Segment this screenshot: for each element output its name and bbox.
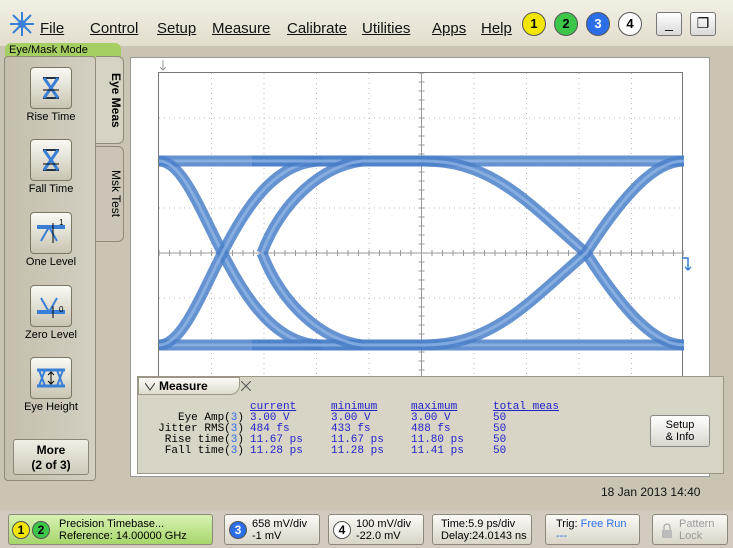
eye-height-icon: [30, 357, 72, 399]
more-label: More: [36, 443, 66, 457]
collapse-chevron-icon: [145, 383, 155, 391]
restore-button[interactable]: ❐: [690, 12, 716, 36]
channel-3-offset: -1 mV: [252, 530, 282, 542]
menu-setup[interactable]: Setup: [157, 20, 196, 37]
channel-4-button[interactable]: 4: [618, 12, 642, 36]
one-level-tool[interactable]: 1 One Level: [5, 212, 97, 268]
menu-calibrate[interactable]: Calibrate: [287, 20, 347, 37]
channel-2-button[interactable]: 2: [554, 12, 578, 36]
fall-time-label: Fall Time: [28, 183, 74, 195]
setup-info-button[interactable]: Setup & Info: [650, 415, 710, 447]
trigger-mode: Trig: Free Run: [556, 518, 639, 530]
rise-time-label: Rise Time: [26, 111, 76, 123]
trigger-button[interactable]: Trig: Free Run ---: [545, 514, 640, 545]
status-bar: 1 2 Precision Timebase... Reference: 14.…: [0, 510, 733, 548]
more-button[interactable]: More (2 of 3): [13, 439, 89, 475]
measure-title: Measure: [159, 379, 208, 393]
svg-text:0: 0: [59, 305, 64, 314]
delay-value: Delay:24.0143 ns: [441, 530, 527, 542]
marker-arrow-icon: [159, 60, 167, 71]
date-time: 18 Jan 2013 14:40: [601, 485, 701, 499]
trigger-label: Trig:: [556, 518, 578, 530]
info-label: & Info: [665, 431, 695, 443]
more-page-label: (2 of 3): [31, 458, 71, 472]
tab-eye-meas[interactable]: Eye Meas: [96, 56, 124, 144]
fall-time-icon: [30, 139, 72, 181]
zero-level-tool[interactable]: 0 Zero Level: [5, 285, 97, 341]
channel-3-scale: 658 mV/div: [252, 518, 308, 530]
channel-4-offset: -22.0 mV: [356, 530, 401, 542]
rise-time-icon: [30, 67, 72, 109]
tab-msk-test[interactable]: Msk Test: [96, 146, 124, 242]
channel-3-level-marker-icon: [682, 257, 692, 272]
current-column: current 3.00 V 484 fs 11.67 ps 11.28 ps: [250, 402, 303, 457]
rise-time-tool[interactable]: Rise Time: [5, 67, 97, 123]
tab-msk-test-label: Msk Test: [109, 170, 123, 218]
menu-help[interactable]: Help: [481, 20, 512, 37]
zero-level-icon: 0: [30, 285, 72, 327]
fall-time-tool[interactable]: Fall Time: [5, 139, 97, 195]
pattern-lock-button[interactable]: Pattern Lock: [652, 514, 728, 545]
measure-panel: Measure Eye Amp(3) Jitter RMS(3) Rise ti…: [137, 376, 724, 474]
menu-control[interactable]: Control: [90, 20, 138, 37]
measure-header[interactable]: Measure: [138, 377, 240, 395]
trigger-status: ---: [556, 530, 567, 542]
mode-tab[interactable]: Eye/Mask Mode: [5, 43, 121, 57]
lock-icon: [662, 523, 672, 538]
channel-1-indicator: 1: [12, 521, 30, 539]
channel-3-indicator: 3: [229, 521, 247, 539]
current-value: 11.28 ps: [250, 445, 303, 457]
total-column: total meas 50 50 50 50: [493, 402, 559, 457]
channel-2-indicator: 2: [32, 521, 50, 539]
measure-row-label: Fall time(3): [164, 445, 244, 457]
channel-4-scale: 100 mV/div: [356, 518, 412, 530]
timebase-button[interactable]: 1 2 Precision Timebase... Reference: 14.…: [8, 514, 213, 545]
time-delay-button[interactable]: Time:5.9 ps/div Delay:24.0143 ns: [432, 514, 532, 545]
close-icon[interactable]: [241, 381, 251, 391]
zero-level-label: Zero Level: [25, 329, 77, 341]
one-level-icon: 1: [30, 212, 72, 254]
label-text: Fall time(: [164, 445, 231, 457]
maximum-value: 11.41 ps: [411, 445, 464, 457]
tab-eye-meas-label: Eye Meas: [109, 72, 123, 128]
measure-labels: Eye Amp(3) Jitter RMS(3) Rise time(3) Fa…: [148, 413, 244, 457]
eye-height-label: Eye Height: [24, 401, 78, 413]
trigger-value: Free Run: [580, 518, 627, 530]
channel-3-scale-button[interactable]: 3 658 mV/div -1 mV: [224, 514, 320, 545]
lock-label: Lock: [679, 530, 703, 542]
minimize-button[interactable]: _: [656, 12, 682, 36]
svg-text:1: 1: [59, 218, 64, 227]
minimum-value: 11.28 ps: [331, 445, 384, 457]
one-level-label: One Level: [25, 256, 77, 268]
maximum-column: maximum 3.00 V 488 fs 11.80 ps 11.41 ps: [411, 402, 464, 457]
time-per-div: Time:5.9 ps/div: [441, 518, 516, 530]
menu-bar: File Control Setup Measure Calibrate Uti…: [0, 0, 733, 46]
starburst-logo-icon: [10, 12, 34, 36]
menu-measure[interactable]: Measure: [212, 20, 270, 37]
channel-3-button[interactable]: 3: [586, 12, 610, 36]
pattern-label: Pattern: [679, 518, 715, 530]
eye-height-tool[interactable]: Eye Height: [5, 357, 97, 413]
channel-4-indicator: 4: [333, 521, 351, 539]
eye-measure-toolbar: Rise Time Fall Time 1 One Level 0 Zero L…: [4, 56, 96, 481]
channel-ref: 3: [230, 445, 238, 457]
setup-label: Setup: [665, 419, 695, 431]
timebase-title: Precision Timebase...: [59, 518, 165, 530]
menu-file[interactable]: File: [40, 20, 64, 37]
timebase-reference: Reference: 14.00000 GHz: [59, 530, 187, 542]
channel-1-button[interactable]: 1: [522, 12, 546, 36]
menu-utilities[interactable]: Utilities: [362, 20, 410, 37]
menu-apps[interactable]: Apps: [432, 20, 466, 37]
total-value: 50: [493, 445, 507, 457]
minimum-column: minimum 3.00 V 433 fs 11.67 ps 11.28 ps: [331, 402, 384, 457]
channel-4-scale-button[interactable]: 4 100 mV/div -22.0 mV: [328, 514, 424, 545]
